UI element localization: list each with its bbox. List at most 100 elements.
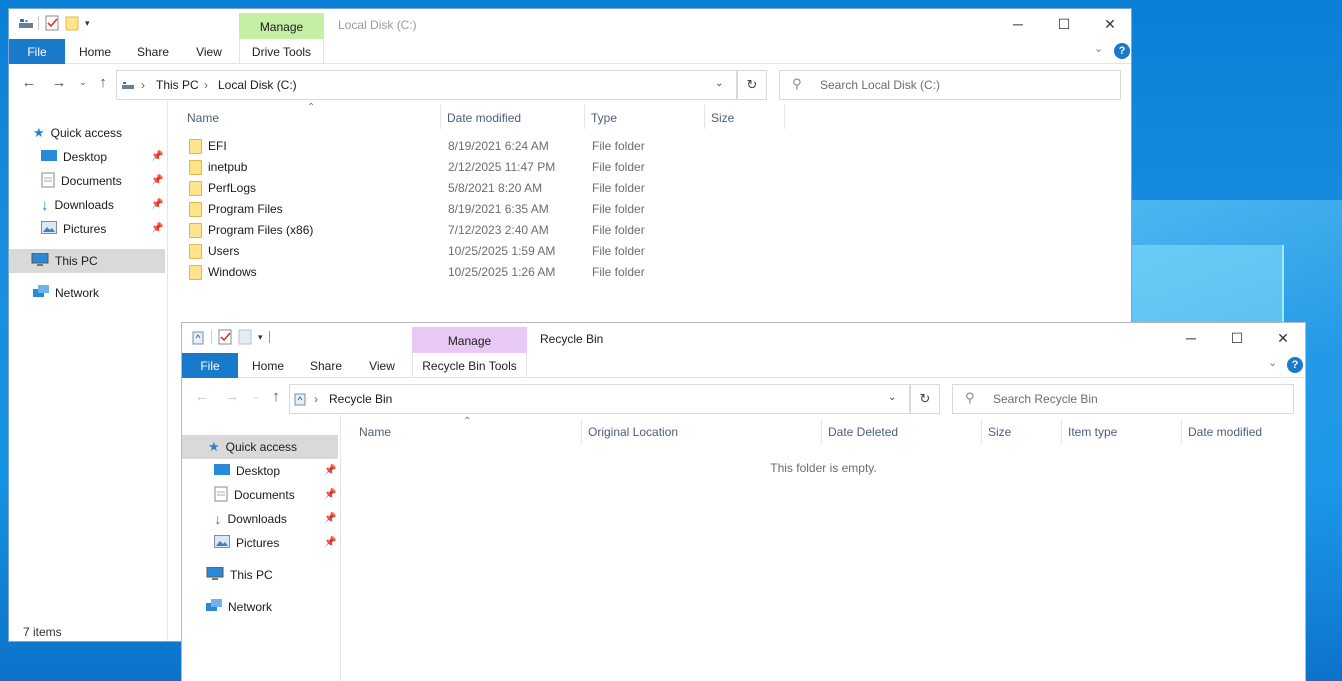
nav-label: Quick access bbox=[50, 126, 123, 140]
tab-home[interactable]: Home bbox=[244, 353, 292, 378]
tab-file[interactable]: File bbox=[9, 39, 65, 64]
nav-downloads[interactable]: ↓ Downloads bbox=[41, 193, 163, 217]
tab-recycle-bin-tools[interactable]: Recycle Bin Tools bbox=[412, 353, 527, 378]
table-row[interactable]: Program Files 8/19/2021 6:35 AM File fol… bbox=[181, 199, 781, 220]
tab-share[interactable]: Share bbox=[302, 353, 350, 378]
table-row[interactable]: Users 10/25/2025 1:59 AM File folder bbox=[181, 241, 781, 262]
nav-pictures[interactable]: Pictures bbox=[214, 531, 336, 555]
column-header-item-type[interactable]: Item type bbox=[1062, 419, 1182, 443]
new-folder-icon[interactable] bbox=[65, 15, 79, 31]
folder-icon bbox=[189, 139, 202, 154]
up-arrow-icon[interactable]: ↑ bbox=[93, 74, 113, 91]
nav-this-pc[interactable]: This PC bbox=[9, 249, 165, 273]
properties-icon[interactable] bbox=[45, 15, 59, 31]
column-header-date-modified[interactable]: Date modified bbox=[1182, 419, 1294, 443]
minimize-button[interactable]: ─ bbox=[1168, 323, 1214, 353]
properties-icon[interactable] bbox=[218, 329, 232, 345]
column-header-type[interactable]: Type bbox=[585, 105, 705, 129]
customize-qat-chevron-icon[interactable]: ▾ bbox=[85, 18, 90, 29]
nav-documents[interactable]: Documents bbox=[214, 483, 336, 507]
manage-context-group: Manage bbox=[412, 327, 527, 355]
ribbon-tabs: File Home Share View Recycle Bin Tools ⌄… bbox=[182, 353, 1305, 378]
explorer-window-recycle-bin[interactable]: ▾ Manage Recycle Bin ─ ☐ ✕ File Home Sha… bbox=[181, 322, 1306, 681]
table-row[interactable]: Windows 10/25/2025 1:26 AM File folder bbox=[181, 262, 781, 283]
table-row[interactable]: EFI 8/19/2021 6:24 AM File folder bbox=[181, 136, 781, 157]
nav-desktop[interactable]: Desktop bbox=[214, 459, 336, 483]
breadcrumb-recycle-bin[interactable]: Recycle Bin bbox=[329, 392, 392, 406]
search-input[interactable]: ⚲ Search Local Disk (C:) bbox=[779, 70, 1121, 100]
nav-this-pc[interactable]: This PC bbox=[206, 563, 336, 587]
nav-quick-access[interactable]: ★ Quick access bbox=[33, 121, 163, 145]
close-button[interactable]: ✕ bbox=[1260, 323, 1305, 353]
nav-label: Quick access bbox=[225, 440, 298, 454]
address-bar[interactable]: › This PC › Local Disk (C:) ⌄ bbox=[116, 70, 737, 100]
title-bar[interactable]: ▾ Manage Local Disk (C:) ─ ☐ ✕ bbox=[9, 9, 1131, 41]
column-header-size[interactable]: Size bbox=[982, 419, 1062, 443]
tab-home[interactable]: Home bbox=[71, 39, 119, 64]
tab-view[interactable]: View bbox=[358, 353, 406, 378]
maximize-button[interactable]: ☐ bbox=[1214, 323, 1260, 353]
file-name: PerfLogs bbox=[208, 181, 257, 195]
nav-network[interactable]: Network bbox=[206, 595, 336, 619]
minimize-button[interactable]: ─ bbox=[995, 9, 1041, 39]
maximize-button[interactable]: ☐ bbox=[1041, 9, 1087, 39]
nav-pictures[interactable]: Pictures bbox=[41, 217, 163, 241]
folder-icon bbox=[189, 202, 202, 217]
customize-qat-chevron-icon[interactable]: ▾ bbox=[258, 332, 263, 343]
file-name: EFI bbox=[208, 139, 227, 153]
column-header-name[interactable]: Name bbox=[353, 419, 582, 443]
table-row[interactable]: PerfLogs 5/8/2021 8:20 AM File folder bbox=[181, 178, 781, 199]
close-button[interactable]: ✕ bbox=[1087, 9, 1131, 39]
help-icon[interactable]: ? bbox=[1114, 43, 1130, 59]
title-bar[interactable]: ▾ Manage Recycle Bin ─ ☐ ✕ bbox=[182, 323, 1305, 355]
file-name: Program Files bbox=[208, 202, 283, 216]
ribbon-expand-chevron-icon[interactable]: ⌄ bbox=[1094, 42, 1103, 55]
nav-desktop[interactable]: Desktop bbox=[41, 145, 163, 169]
nav-downloads[interactable]: ↓ Downloads bbox=[214, 507, 336, 531]
column-header-name[interactable]: Name bbox=[181, 105, 441, 129]
address-dropdown-chevron-icon[interactable]: ⌄ bbox=[888, 392, 896, 403]
refresh-button[interactable]: ↻ bbox=[910, 384, 940, 414]
refresh-button[interactable]: ↻ bbox=[737, 70, 767, 100]
help-icon[interactable]: ? bbox=[1287, 357, 1303, 373]
back-arrow-icon[interactable]: ← bbox=[19, 74, 39, 91]
breadcrumb-this-pc[interactable]: This PC bbox=[156, 78, 199, 92]
nav-network[interactable]: Network bbox=[33, 281, 163, 305]
breadcrumb-separator-icon: › bbox=[141, 78, 145, 92]
nav-quick-access[interactable]: ★ Quick access bbox=[182, 435, 338, 459]
address-bar[interactable]: › Recycle Bin ⌄ bbox=[289, 384, 910, 414]
search-placeholder: Search Recycle Bin bbox=[993, 392, 1098, 406]
file-type: File folder bbox=[592, 202, 645, 216]
ribbon-expand-chevron-icon[interactable]: ⌄ bbox=[1268, 356, 1277, 369]
breadcrumb-local-disk[interactable]: Local Disk (C:) bbox=[218, 78, 297, 92]
address-dropdown-chevron-icon[interactable]: ⌄ bbox=[715, 78, 723, 89]
drive-icon bbox=[121, 78, 135, 95]
tab-drive-tools[interactable]: Drive Tools bbox=[239, 39, 324, 64]
column-header-date-modified[interactable]: Date modified bbox=[441, 105, 585, 129]
table-row[interactable]: inetpub 2/12/2025 11:47 PM File folder bbox=[181, 157, 781, 178]
file-modified: 8/19/2021 6:24 AM bbox=[448, 139, 549, 153]
folder-icon bbox=[189, 265, 202, 280]
column-header-size[interactable]: Size bbox=[705, 105, 785, 129]
column-header-date-deleted[interactable]: Date Deleted bbox=[822, 419, 982, 443]
column-header-original-location[interactable]: Original Location bbox=[582, 419, 822, 443]
search-input[interactable]: ⚲ Search Recycle Bin bbox=[952, 384, 1294, 414]
blank-document-icon[interactable] bbox=[238, 329, 252, 345]
file-name: Program Files (x86) bbox=[208, 223, 314, 237]
recent-locations-chevron-icon[interactable]: ⌄ bbox=[73, 77, 93, 88]
tab-file[interactable]: File bbox=[182, 353, 238, 378]
up-arrow-icon[interactable]: ↑ bbox=[266, 388, 286, 405]
network-icon bbox=[33, 284, 49, 302]
recent-locations-chevron-icon[interactable]: ⌄ bbox=[246, 391, 266, 402]
documents-icon bbox=[214, 486, 228, 505]
table-row[interactable]: Program Files (x86) 7/12/2023 2:40 AM Fi… bbox=[181, 220, 781, 241]
tab-share[interactable]: Share bbox=[129, 39, 177, 64]
back-arrow-icon[interactable]: ← bbox=[192, 388, 212, 405]
forward-arrow-icon[interactable]: → bbox=[49, 74, 69, 91]
forward-arrow-icon[interactable]: → bbox=[222, 388, 242, 405]
nav-documents[interactable]: Documents bbox=[41, 169, 163, 193]
nav-label: Network bbox=[228, 600, 273, 614]
nav-label: Pictures bbox=[236, 536, 280, 550]
tab-view[interactable]: View bbox=[185, 39, 233, 64]
file-modified: 5/8/2021 8:20 AM bbox=[448, 181, 543, 195]
